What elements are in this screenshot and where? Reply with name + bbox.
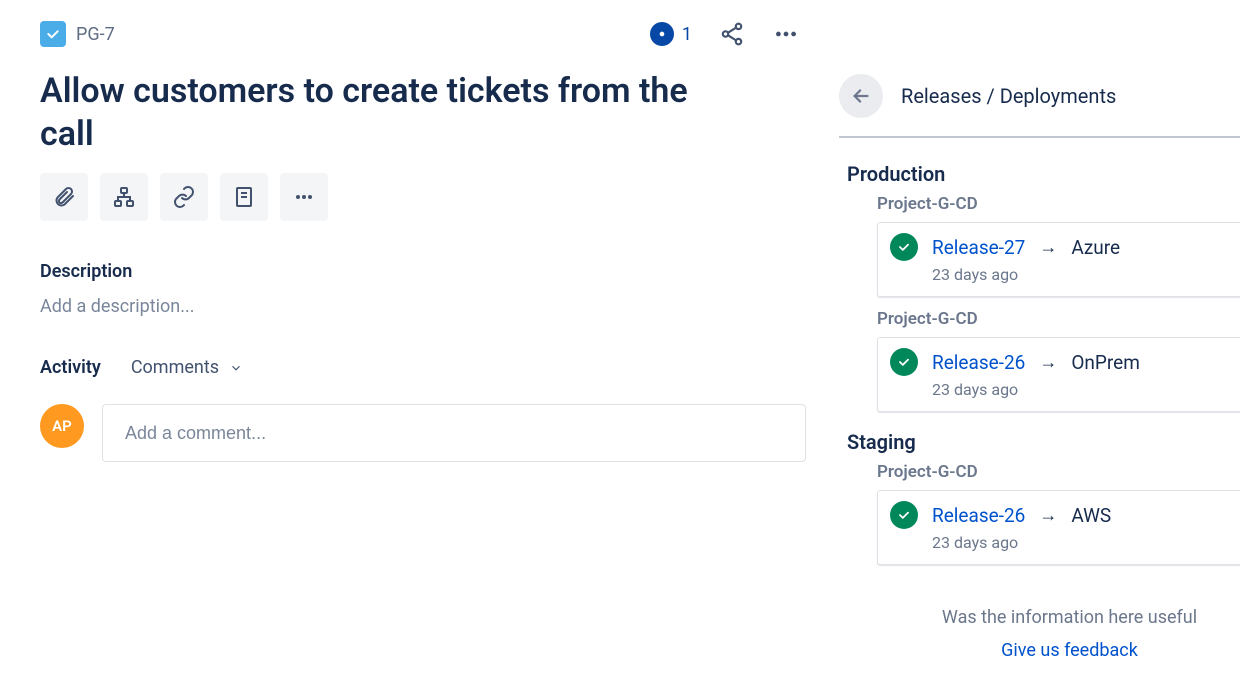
chevron-down-icon [229,361,243,375]
arrow-right-icon: → [1039,237,1057,258]
activity-filter-dropdown[interactable]: Comments [131,357,243,378]
group-name: Production [839,156,1240,190]
status-success-icon [890,233,918,261]
add-child-button[interactable] [100,173,148,221]
release-name-link[interactable]: Release-27 [932,236,1025,259]
status-success-icon [890,348,918,376]
link-button[interactable] [160,173,208,221]
project-name: Project-G-CD [839,190,1240,222]
release-group: Production Project-G-CD Release-27 → Azu… [839,156,1240,412]
watch-button[interactable]: 1 [650,22,692,46]
panel-title: Releases / Deployments [901,84,1116,108]
group-name: Staging [839,424,1240,458]
project-name: Project-G-CD [839,305,1240,337]
page-button[interactable] [220,173,268,221]
issue-key-text: PG-7 [76,24,115,45]
attach-button[interactable] [40,173,88,221]
arrow-right-icon: → [1039,505,1057,526]
release-card[interactable]: Release-27 → Azure 23 days ago [877,222,1240,297]
release-name-link[interactable]: Release-26 [932,351,1025,374]
avatar[interactable]: AP [40,404,84,448]
comment-input[interactable] [102,404,806,462]
toolbar-more-button[interactable] [280,173,328,221]
release-group: Staging Project-G-CD Release-26 → AWS 23… [839,424,1240,565]
feedback-question: Was the information here useful [899,607,1240,628]
share-button[interactable] [718,20,746,48]
release-card[interactable]: Release-26 → AWS 23 days ago [877,490,1240,565]
issue-title[interactable]: Allow customers to create tickets from t… [40,70,740,155]
release-target: Azure [1071,236,1120,259]
activity-label: Activity [40,357,101,378]
release-time: 23 days ago [932,533,1224,552]
feedback-link[interactable]: Give us feedback [899,640,1240,661]
release-card[interactable]: Release-26 → OnPrem 23 days ago [877,337,1240,412]
activity-filter-label: Comments [131,357,219,378]
issue-key[interactable]: PG-7 [40,21,115,47]
status-success-icon [890,501,918,529]
release-target: OnPrem [1071,351,1140,374]
release-time: 23 days ago [932,380,1224,399]
description-field[interactable]: Add a description... [40,296,806,317]
back-button[interactable] [839,74,883,118]
description-label: Description [40,261,806,282]
task-type-icon [40,21,66,47]
eye-icon [650,22,674,46]
project-name: Project-G-CD [839,458,1240,490]
more-actions-button[interactable] [772,20,800,48]
release-target: AWS [1071,504,1111,527]
release-time: 23 days ago [932,265,1224,284]
arrow-left-icon [850,85,872,107]
watch-count: 1 [682,24,692,45]
arrow-right-icon: → [1039,352,1057,373]
release-name-link[interactable]: Release-26 [932,504,1025,527]
